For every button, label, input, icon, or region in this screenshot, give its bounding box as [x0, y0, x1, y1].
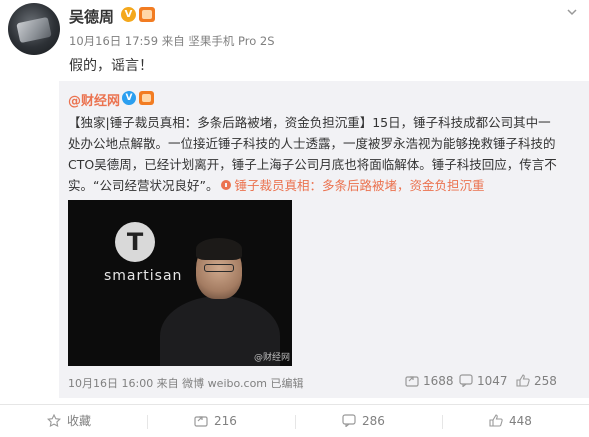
- repost-link-text[interactable]: 锤子裁员真相：多条后路被堵，资金负担沉重: [234, 178, 484, 193]
- repost-member-badge-icon: [139, 91, 154, 105]
- glasses: [204, 264, 234, 272]
- link-icon: [221, 180, 232, 190]
- repost-share-count: 1688: [423, 374, 454, 388]
- author-name[interactable]: 吴德周: [69, 6, 114, 27]
- repost-meta: 10月16日 16:00 来自 微博 weibo.com 已编辑: [68, 377, 304, 390]
- logo-letter: T: [126, 228, 144, 256]
- thumbs-up-icon: [489, 414, 503, 427]
- comment-count: 286: [362, 414, 385, 428]
- comment-icon: [459, 374, 473, 388]
- favorite-button[interactable]: 收藏: [46, 405, 92, 437]
- repost-image[interactable]: T smartisan @财经网: [68, 200, 292, 366]
- comment-icon: [342, 414, 356, 428]
- repost-author[interactable]: @财经网: [68, 90, 120, 109]
- share-button[interactable]: 216: [194, 405, 237, 437]
- star-icon: [46, 413, 62, 428]
- action-bar: 收藏 216 286 448: [0, 404, 589, 437]
- member-badge-icon: [139, 7, 155, 22]
- share-icon: [405, 376, 419, 387]
- repost-verified-badge-icon: V: [122, 91, 136, 105]
- repost-article-link[interactable]: 锤子裁员真相：多条后路被堵，资金负担沉重: [218, 178, 484, 193]
- share-icon: [194, 416, 208, 427]
- brand-name: smartisan: [104, 268, 183, 284]
- repost-comment-count: 1047: [477, 374, 508, 388]
- person-hair: [196, 238, 242, 260]
- favorite-label: 收藏: [67, 414, 92, 428]
- chevron-down-icon[interactable]: [566, 6, 578, 18]
- repost-share-button[interactable]: 1688: [405, 374, 454, 388]
- weibo-post: 吴德周 V 10月16日 17:59 来自 坚果手机 Pro 2S 假的，谣言！…: [0, 0, 589, 437]
- repost-comment-button[interactable]: 1047: [459, 374, 508, 388]
- repost-text: 【独家|锤子裁员真相：多条后路被堵，资金负担沉重】15日，锤子科技成都公司其中一…: [68, 112, 563, 196]
- post-text: 假的，谣言！: [69, 58, 153, 74]
- divider: [442, 415, 443, 429]
- comment-button[interactable]: 286: [342, 405, 385, 437]
- post-meta: 10月16日 17:59 来自 坚果手机 Pro 2S: [69, 34, 275, 48]
- like-button[interactable]: 448: [489, 405, 532, 437]
- reposted-content: @财经网 V 【独家|锤子裁员真相：多条后路被堵，资金负担沉重】15日，锤子科技…: [59, 81, 589, 398]
- repost-like-button[interactable]: 258: [516, 374, 557, 388]
- share-count: 216: [214, 414, 237, 428]
- thumbs-up-icon: [516, 374, 530, 387]
- divider: [295, 415, 296, 429]
- like-count: 448: [509, 414, 532, 428]
- divider: [147, 415, 148, 429]
- verified-badge-icon: V: [121, 7, 136, 22]
- author-avatar[interactable]: [8, 3, 60, 55]
- image-watermark: @财经网: [254, 353, 291, 363]
- repost-like-count: 258: [534, 374, 557, 388]
